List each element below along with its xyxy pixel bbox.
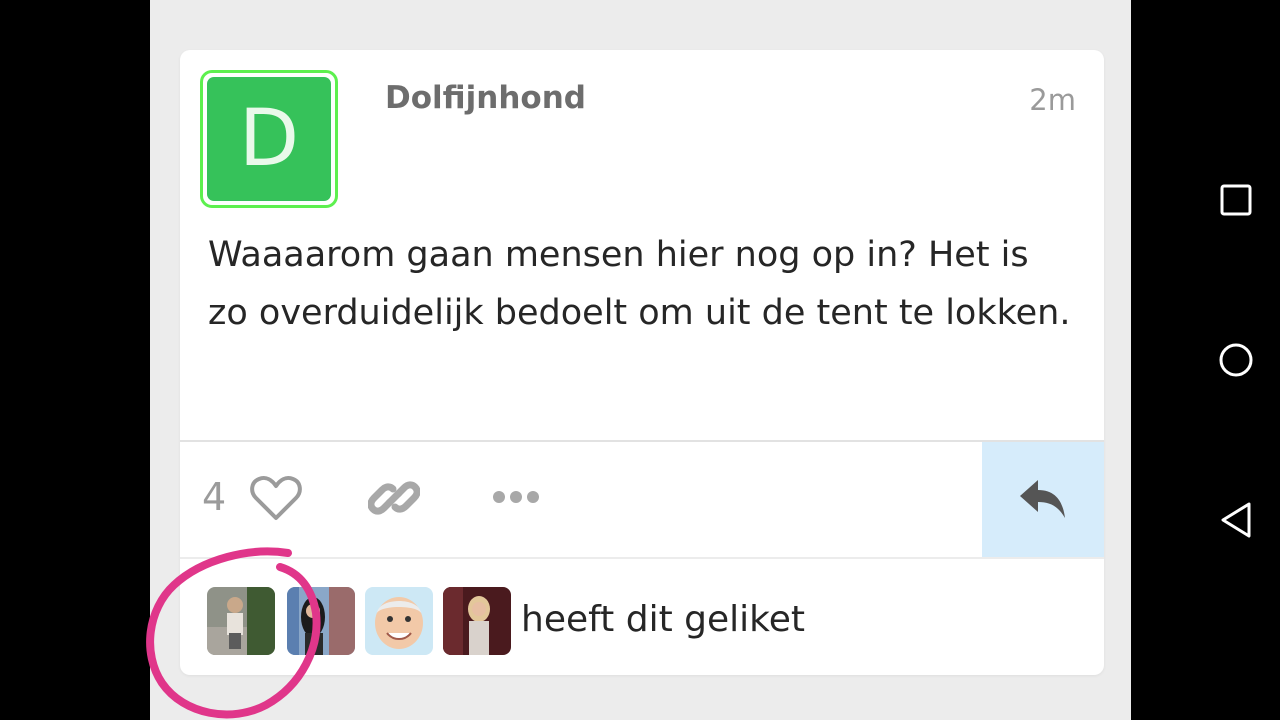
link-icon: [367, 481, 421, 515]
post-timestamp[interactable]: 2m: [1029, 83, 1076, 117]
post-actions: 4: [180, 442, 1104, 557]
screen: D Dolfijnhond 2m Waaaarom gaan mensen hi…: [0, 0, 1280, 720]
heart-icon: [250, 475, 302, 520]
reply-button[interactable]: [982, 442, 1104, 557]
back-button[interactable]: [1216, 500, 1256, 540]
home-button[interactable]: [1216, 340, 1256, 380]
avatar-letter: D: [207, 77, 331, 201]
liker-avatar[interactable]: [443, 587, 511, 655]
reply-icon: [1020, 479, 1065, 518]
username[interactable]: Dolfijnhond: [385, 80, 586, 116]
like-button[interactable]: [250, 474, 302, 522]
home-icon: [1219, 343, 1253, 377]
recents-button[interactable]: [1216, 180, 1256, 220]
liker-avatar[interactable]: [365, 587, 433, 655]
post-body: Waaaarom gaan mensen hier nog op in? Het…: [208, 235, 1071, 333]
like-count[interactable]: 4: [202, 475, 226, 519]
share-link-button[interactable]: [367, 472, 421, 524]
back-icon: [1221, 502, 1251, 538]
more-icon: [493, 491, 539, 503]
liked-text: heeft dit geliket: [521, 599, 805, 640]
liker-avatar[interactable]: [287, 587, 355, 655]
system-navbar: [1131, 0, 1280, 720]
user-avatar[interactable]: D: [200, 70, 338, 208]
likers-row: heeft dit geliket: [180, 559, 1104, 675]
more-options-button[interactable]: [492, 487, 540, 507]
recents-icon: [1220, 184, 1252, 216]
liker-avatar[interactable]: [207, 587, 275, 655]
post-card: D Dolfijnhond 2m Waaaarom gaan mensen hi…: [180, 50, 1104, 675]
